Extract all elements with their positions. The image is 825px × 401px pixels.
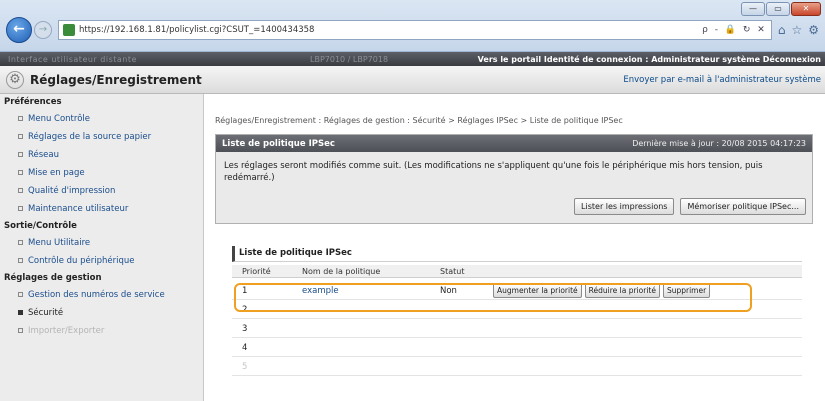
sidebar-item-source-papier[interactable]: Réglages de la source papier [0,128,203,146]
top-links[interactable]: Vers le portail Identité de connexion : … [478,55,821,64]
sidebar-item-controle-peripherique[interactable]: Contrôle du périphérique [0,252,203,270]
list-prints-button[interactable]: Lister les impressions [574,198,675,215]
panel-message: Les réglages seront modifiés comme suit.… [224,161,763,183]
gear-settings-icon[interactable]: ⚙ [808,23,819,37]
minimize-button[interactable]: — [741,2,765,16]
row-priority: 4 [242,343,248,353]
header-priority: Priorité [242,267,271,276]
product-name: Interface utilisateur distante [8,54,137,64]
table-row: 4 [232,338,802,357]
bullet-icon [18,310,23,315]
bullet-icon [18,170,23,175]
row-priority: 2 [242,305,248,315]
home-icon[interactable]: ⌂ [778,23,786,37]
list-title: Liste de politique IPSec [232,246,802,262]
browser-chrome: — ▭ ✕ ← → https://192.168.1.81/policylis… [0,0,825,52]
table-row: 3 [232,319,802,338]
sidebar-item-label: Réseau [28,150,60,160]
bullet-icon [18,292,23,297]
address-bar[interactable]: https://192.168.1.81/policylist.cgi?CSUT… [58,20,772,40]
sidebar-item-label: Réglages de la source papier [28,132,152,142]
delete-button[interactable]: Supprimer [662,283,711,298]
bullet-icon [18,116,23,121]
forward-arrow-icon[interactable]: → [34,21,52,39]
sidebar-item-menu-controle[interactable]: Menu Contrôle [0,110,203,128]
top-bar: Interface utilisateur distante LBP7010 /… [0,52,825,66]
bullet-icon [18,152,23,157]
sidebar-item-label: Mise en page [28,168,85,178]
bullet-icon [18,188,23,193]
panel-buttons: Lister les impressions Mémoriser politiq… [574,198,806,215]
table-row: 1 example Non Augmenter la priorité Rédu… [232,281,802,300]
table-row: 5 [232,357,802,376]
sidebar-item-importer-exporter[interactable]: Importer/Exporter [0,322,203,340]
sidebar-item-label: Importer/Exporter [28,326,105,336]
sidebar: Préférences Menu Contrôle Réglages de la… [0,94,204,401]
sidebar-item-numeros-service[interactable]: Gestion des numéros de service [0,286,203,304]
address-tools[interactable]: ρ - 🔒 ↻ ✕ [702,25,771,35]
sidebar-item-label: Qualité d'impression [28,186,116,196]
panel-title: Liste de politique IPSec [222,138,335,149]
page-title: Réglages/Enregistrement [30,73,202,87]
favicon-icon [63,24,75,36]
sidebar-item-mise-en-page[interactable]: Mise en page [0,164,203,182]
lower-priority-button[interactable]: Réduire la priorité [584,283,660,298]
sidebar-item-label: Sécurité [28,308,64,318]
bullet-icon [18,134,23,139]
sidebar-item-label: Menu Contrôle [28,114,90,124]
policy-panel: Liste de politique IPSec Dernière mise à… [215,134,813,224]
sidebar-header-sortie: Sortie/Contrôle [4,221,77,231]
row-priority: 5 [242,362,248,372]
sidebar-item-label: Gestion des numéros de service [28,290,165,300]
sidebar-item-label: Menu Utilitaire [28,238,91,248]
panel-header: Liste de politique IPSec Dernière mise à… [216,135,812,152]
row-priority: 1 [242,286,248,296]
policy-list: 1 example Non Augmenter la priorité Rédu… [232,281,802,376]
save-policy-button[interactable]: Mémoriser politique IPSec... [680,198,806,215]
header-status: Statut [440,267,465,276]
sidebar-item-qualite[interactable]: Qualité d'impression [0,182,203,200]
sidebar-item-reseau[interactable]: Réseau [0,146,203,164]
device-name: LBP7010 / LBP7018 [310,54,389,64]
bullet-icon [18,206,23,211]
raise-priority-button[interactable]: Augmenter la priorité [493,283,582,298]
sidebar-item-maintenance[interactable]: Maintenance utilisateur [0,200,203,218]
row-name-link[interactable]: example [302,286,339,296]
email-admin-link[interactable]: Envoyer par e-mail à l'administrateur sy… [623,75,821,85]
navigation-row: ← → https://192.168.1.81/policylist.cgi?… [6,17,819,43]
sidebar-header-preferences: Préférences [4,97,62,107]
back-arrow-icon[interactable]: ← [6,17,32,43]
row-actions: Augmenter la priorité Réduire la priorit… [493,283,711,298]
bullet-icon [18,328,23,333]
list-header: Priorité Nom de la politique Statut [232,265,802,278]
table-row: 2 [232,300,802,319]
window-controls: — ▭ ✕ [741,2,821,16]
sidebar-item-label: Contrôle du périphérique [28,256,135,266]
header-name: Nom de la politique [302,267,381,276]
row-status: Non [440,286,457,296]
maximize-button[interactable]: ▭ [766,2,790,16]
bullet-icon [18,258,23,263]
close-window-button[interactable]: ✕ [791,2,821,16]
last-update: Dernière mise à jour : 20/08 2015 04:17:… [632,139,806,148]
sidebar-header-gestion: Réglages de gestion [4,273,102,283]
star-icon[interactable]: ☆ [791,23,802,37]
sidebar-item-label: Maintenance utilisateur [28,204,129,214]
bullet-icon [18,240,23,245]
title-bar: ⚙ Réglages/Enregistrement Envoyer par e-… [0,66,825,94]
sidebar-item-securite[interactable]: Sécurité [0,304,203,322]
breadcrumb[interactable]: Réglages/Enregistrement : Réglages de ge… [215,116,623,125]
browser-toolbar: ⌂ ☆ ⚙ [778,23,819,37]
row-priority: 3 [242,324,248,334]
sidebar-item-menu-utilitaire[interactable]: Menu Utilitaire [0,234,203,252]
settings-gear-icon: ⚙ [6,71,24,89]
url-text[interactable]: https://192.168.1.81/policylist.cgi?CSUT… [79,25,698,35]
